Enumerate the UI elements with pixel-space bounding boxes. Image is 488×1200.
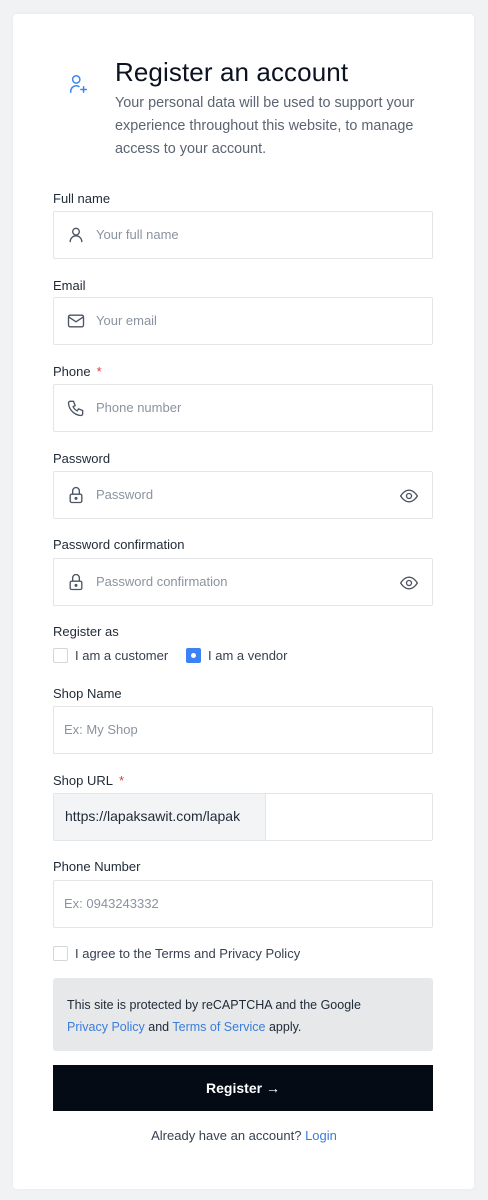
vendor-option-label[interactable]: I am a vendor [208, 648, 288, 663]
agree-checkbox[interactable] [53, 946, 68, 961]
shop-url-prefix: https://lapaksawit.com/lapak [54, 794, 266, 840]
shop-url-input[interactable] [267, 794, 432, 840]
shop-phone-field[interactable]: Ex: 0943243332 [53, 880, 433, 928]
vendor-radio[interactable] [186, 648, 201, 663]
email-label: Email [53, 278, 86, 293]
register-button[interactable]: Register → [53, 1065, 433, 1111]
email-field[interactable]: Your email [53, 297, 433, 345]
customer-option-label[interactable]: I am a customer [75, 648, 168, 663]
recaptcha-notice: This site is protected by reCAPTCHA and … [53, 978, 433, 1051]
shop-name-field[interactable]: Ex: My Shop [53, 706, 433, 754]
privacy-policy-link[interactable]: Privacy Policy [67, 1020, 145, 1034]
password-confirmation-placeholder: Password confirmation [96, 574, 228, 589]
password-field[interactable]: Password [53, 471, 433, 519]
shop-phone-placeholder: Ex: 0943243332 [64, 896, 159, 911]
email-placeholder: Your email [96, 313, 157, 328]
shop-name-placeholder: Ex: My Shop [64, 722, 138, 737]
login-prompt: Already have an account? Login [151, 1128, 337, 1143]
shop-name-label: Shop Name [53, 686, 122, 701]
user-icon [69, 227, 83, 243]
password-label: Password [53, 451, 111, 466]
shop-phone-label: Phone Number [53, 859, 141, 874]
page-subtitle: Your personal data will be used to suppo… [115, 95, 415, 157]
required-marker: * [118, 773, 125, 788]
password-placeholder: Password [96, 487, 154, 502]
login-link[interactable]: Login [305, 1128, 337, 1143]
phone-label: Phone * [53, 364, 102, 379]
password-confirmation-field[interactable]: Password confirmation [53, 558, 433, 606]
full-name-field[interactable]: Your full name [53, 211, 433, 259]
required-marker: * [96, 364, 102, 379]
user-plus-icon [70, 75, 88, 93]
phone-field[interactable]: Phone number [53, 384, 433, 432]
password-confirmation-label: Password confirmation [53, 537, 185, 552]
agree-label[interactable]: I agree to the Terms and Privacy Policy [75, 946, 300, 961]
terms-of-service-link[interactable]: Terms of Service [172, 1020, 265, 1034]
mail-icon [67, 314, 85, 328]
full-name-placeholder: Your full name [96, 227, 179, 242]
full-name-label: Full name [53, 191, 111, 206]
phone-icon [67, 400, 84, 417]
lock-icon [69, 486, 83, 504]
shop-url-label: Shop URL * [53, 773, 125, 788]
lock-icon [69, 573, 83, 591]
shop-url-field: https://lapaksawit.com/lapak [53, 793, 433, 841]
register-as-label: Register as [53, 624, 119, 639]
phone-placeholder: Phone number [96, 400, 182, 415]
eye-icon[interactable] [399, 573, 419, 593]
customer-radio[interactable] [53, 648, 68, 663]
eye-icon[interactable] [399, 486, 419, 506]
page-title: Register an account [115, 57, 349, 87]
